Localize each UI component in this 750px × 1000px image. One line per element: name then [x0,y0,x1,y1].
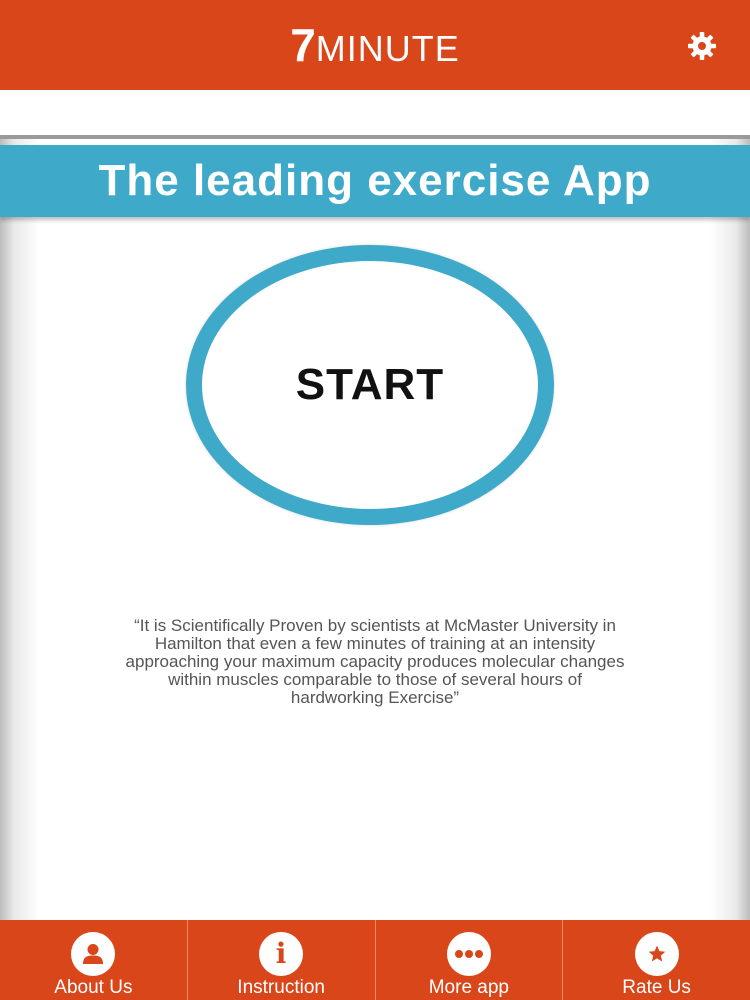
app-title-word: MINUTE [315,28,460,69]
star-icon [634,932,679,976]
gear-icon [688,32,716,60]
start-button-label: START [295,360,445,409]
app-title-number: 7 [290,19,316,71]
tab-instruction[interactable]: i Instruction [186,920,375,1000]
tab-more-app[interactable]: More app [374,920,563,1000]
start-button[interactable]: START [186,245,554,525]
more-dots-icon [446,932,491,976]
info-icon: i [259,932,304,976]
tab-rate-us[interactable]: Rate Us [562,920,750,1000]
tagline-banner: The leading exercise App [0,145,750,217]
top-bar: 7MINUTE [0,0,750,90]
tab-about-us-label: About Us [54,977,133,998]
tab-more-app-label: More app [428,977,510,998]
user-icon [71,932,116,976]
main-content: The leading exercise App START “It is Sc… [0,135,750,920]
bottom-tab-bar: About Us i Instruction More app Rate Us [0,920,750,1000]
tab-instruction-label: Instruction [237,977,325,998]
tab-about-us[interactable]: About Us [0,920,187,1000]
app-title: 7MINUTE [0,20,750,82]
science-quote: “It is Scientifically Proven by scientis… [125,616,625,707]
app-screen: 7MINUTE The leading exercise App START “… [0,0,750,1000]
settings-button[interactable] [686,30,718,62]
tab-rate-us-label: Rate Us [622,977,691,998]
